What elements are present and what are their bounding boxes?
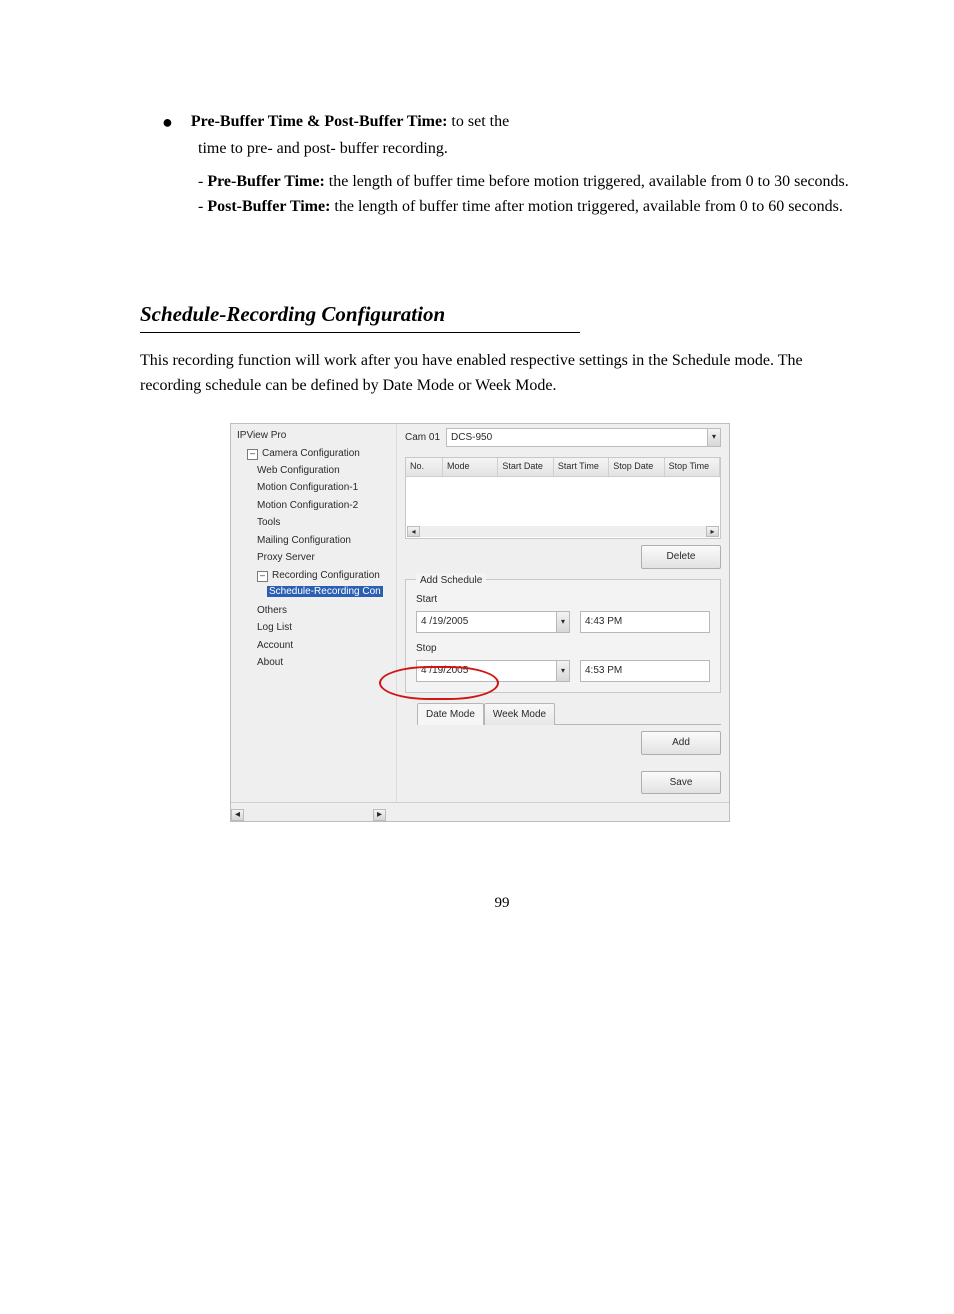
tree-item[interactable]: Log List bbox=[257, 619, 392, 637]
scroll-left-icon[interactable]: ◂ bbox=[231, 809, 244, 821]
bullet-dot: ● bbox=[162, 110, 173, 135]
scroll-left-icon[interactable]: ◂ bbox=[407, 526, 420, 537]
table-col-stopdate[interactable]: Stop Date bbox=[609, 458, 664, 476]
start-date-input[interactable]: 4 /19/2005 ▾ bbox=[416, 611, 570, 633]
app-title: IPView Pro bbox=[237, 428, 392, 446]
tree-item[interactable]: Proxy Server bbox=[257, 549, 392, 567]
start-time-value: 4:43 PM bbox=[585, 616, 622, 627]
delete-button[interactable]: Delete bbox=[641, 545, 721, 569]
add-button[interactable]: Add bbox=[641, 731, 721, 755]
tree-panel: IPView Pro –Camera Configuration Web Con… bbox=[231, 424, 397, 803]
stop-time-value: 4:53 PM bbox=[585, 665, 622, 676]
scroll-right-icon[interactable]: ▸ bbox=[373, 809, 386, 821]
screenshot-panel: IPView Pro –Camera Configuration Web Con… bbox=[230, 423, 730, 823]
start-date-value: 4 /19/2005 bbox=[421, 616, 468, 627]
sub1-text: the length of buffer time before motion … bbox=[325, 173, 849, 190]
expand-icon[interactable]: – bbox=[257, 571, 268, 582]
stop-label: Stop bbox=[416, 641, 710, 657]
bullet-lead-rest: to set the bbox=[447, 113, 509, 130]
start-time-input[interactable]: 4:43 PM bbox=[580, 611, 710, 633]
chevron-down-icon[interactable]: ▾ bbox=[707, 429, 720, 447]
stop-date-value: 4 /19/2005 bbox=[421, 665, 468, 676]
sub2-bold: Post-Buffer Time: bbox=[207, 198, 330, 215]
tab-date-mode[interactable]: Date Mode bbox=[417, 703, 484, 726]
expand-icon[interactable]: – bbox=[247, 449, 258, 460]
table-col-startdate[interactable]: Start Date bbox=[498, 458, 553, 476]
sub-option-2: - Post-Buffer Time: the length of buffer… bbox=[198, 195, 864, 220]
cam-label: Cam 01 bbox=[405, 430, 440, 446]
bullet-line2: time to pre- and post- buffer recording. bbox=[198, 137, 864, 162]
sub-option-1: - Pre-Buffer Time: the length of buffer … bbox=[198, 170, 864, 195]
add-schedule-fieldset: Add Schedule Start 4 /19/2005 ▾ 4:43 PM bbox=[405, 579, 721, 693]
chevron-down-icon[interactable]: ▾ bbox=[556, 661, 569, 681]
stop-date-input[interactable]: 4 /19/2005 ▾ bbox=[416, 660, 570, 682]
tree-item-selected[interactable]: Schedule-Recording Con bbox=[267, 586, 383, 597]
camera-select[interactable]: DCS-950 ▾ bbox=[446, 428, 721, 448]
bullet-lead-bold: Pre-Buffer Time & Post-Buffer Time: bbox=[191, 113, 448, 130]
tree-item[interactable]: Motion Configuration-1 bbox=[257, 479, 392, 497]
tree-item[interactable]: About bbox=[257, 654, 392, 672]
horizontal-scrollbar[interactable]: ◂ ▸ bbox=[407, 526, 719, 537]
tree-item[interactable]: Motion Configuration-2 bbox=[257, 497, 392, 515]
table-col-stoptime[interactable]: Stop Time bbox=[665, 458, 720, 476]
schedule-table[interactable]: No. Mode Start Date Start Time Stop Date… bbox=[405, 457, 721, 539]
start-label: Start bbox=[416, 592, 710, 608]
tab-week-mode[interactable]: Week Mode bbox=[484, 703, 555, 726]
table-col-no[interactable]: No. bbox=[406, 458, 443, 476]
section-body: This recording function will work after … bbox=[140, 349, 864, 399]
chevron-down-icon[interactable]: ▾ bbox=[556, 612, 569, 632]
stop-time-input[interactable]: 4:53 PM bbox=[580, 660, 710, 682]
tree-item[interactable]: Mailing Configuration bbox=[257, 532, 392, 550]
tree-item[interactable]: Others bbox=[257, 602, 392, 620]
tree-item[interactable]: Account bbox=[257, 637, 392, 655]
sub2-text: the length of buffer time after motion t… bbox=[330, 198, 842, 215]
tree-item[interactable]: Recording Configuration bbox=[272, 570, 380, 581]
tree-item[interactable]: Web Configuration bbox=[257, 462, 392, 480]
table-col-mode[interactable]: Mode bbox=[443, 458, 498, 476]
tree-root[interactable]: Camera Configuration bbox=[262, 448, 360, 459]
save-button[interactable]: Save bbox=[641, 771, 721, 795]
tree-horizontal-scrollbar[interactable]: ◂ ▸ bbox=[231, 809, 386, 821]
sub1-bold: Pre-Buffer Time: bbox=[207, 173, 324, 190]
bullet-lead: Pre-Buffer Time & Post-Buffer Time: to s… bbox=[191, 110, 864, 135]
page-number: 99 bbox=[140, 892, 864, 915]
config-tree[interactable]: –Camera Configuration Web Configuration … bbox=[237, 445, 392, 673]
scroll-right-icon[interactable]: ▸ bbox=[706, 526, 719, 537]
fieldset-legend: Add Schedule bbox=[416, 573, 486, 589]
table-col-starttime[interactable]: Start Time bbox=[554, 458, 609, 476]
tree-item[interactable]: Tools bbox=[257, 514, 392, 532]
section-heading: Schedule-Recording Configuration bbox=[140, 298, 580, 334]
camera-select-value: DCS-950 bbox=[451, 432, 492, 443]
